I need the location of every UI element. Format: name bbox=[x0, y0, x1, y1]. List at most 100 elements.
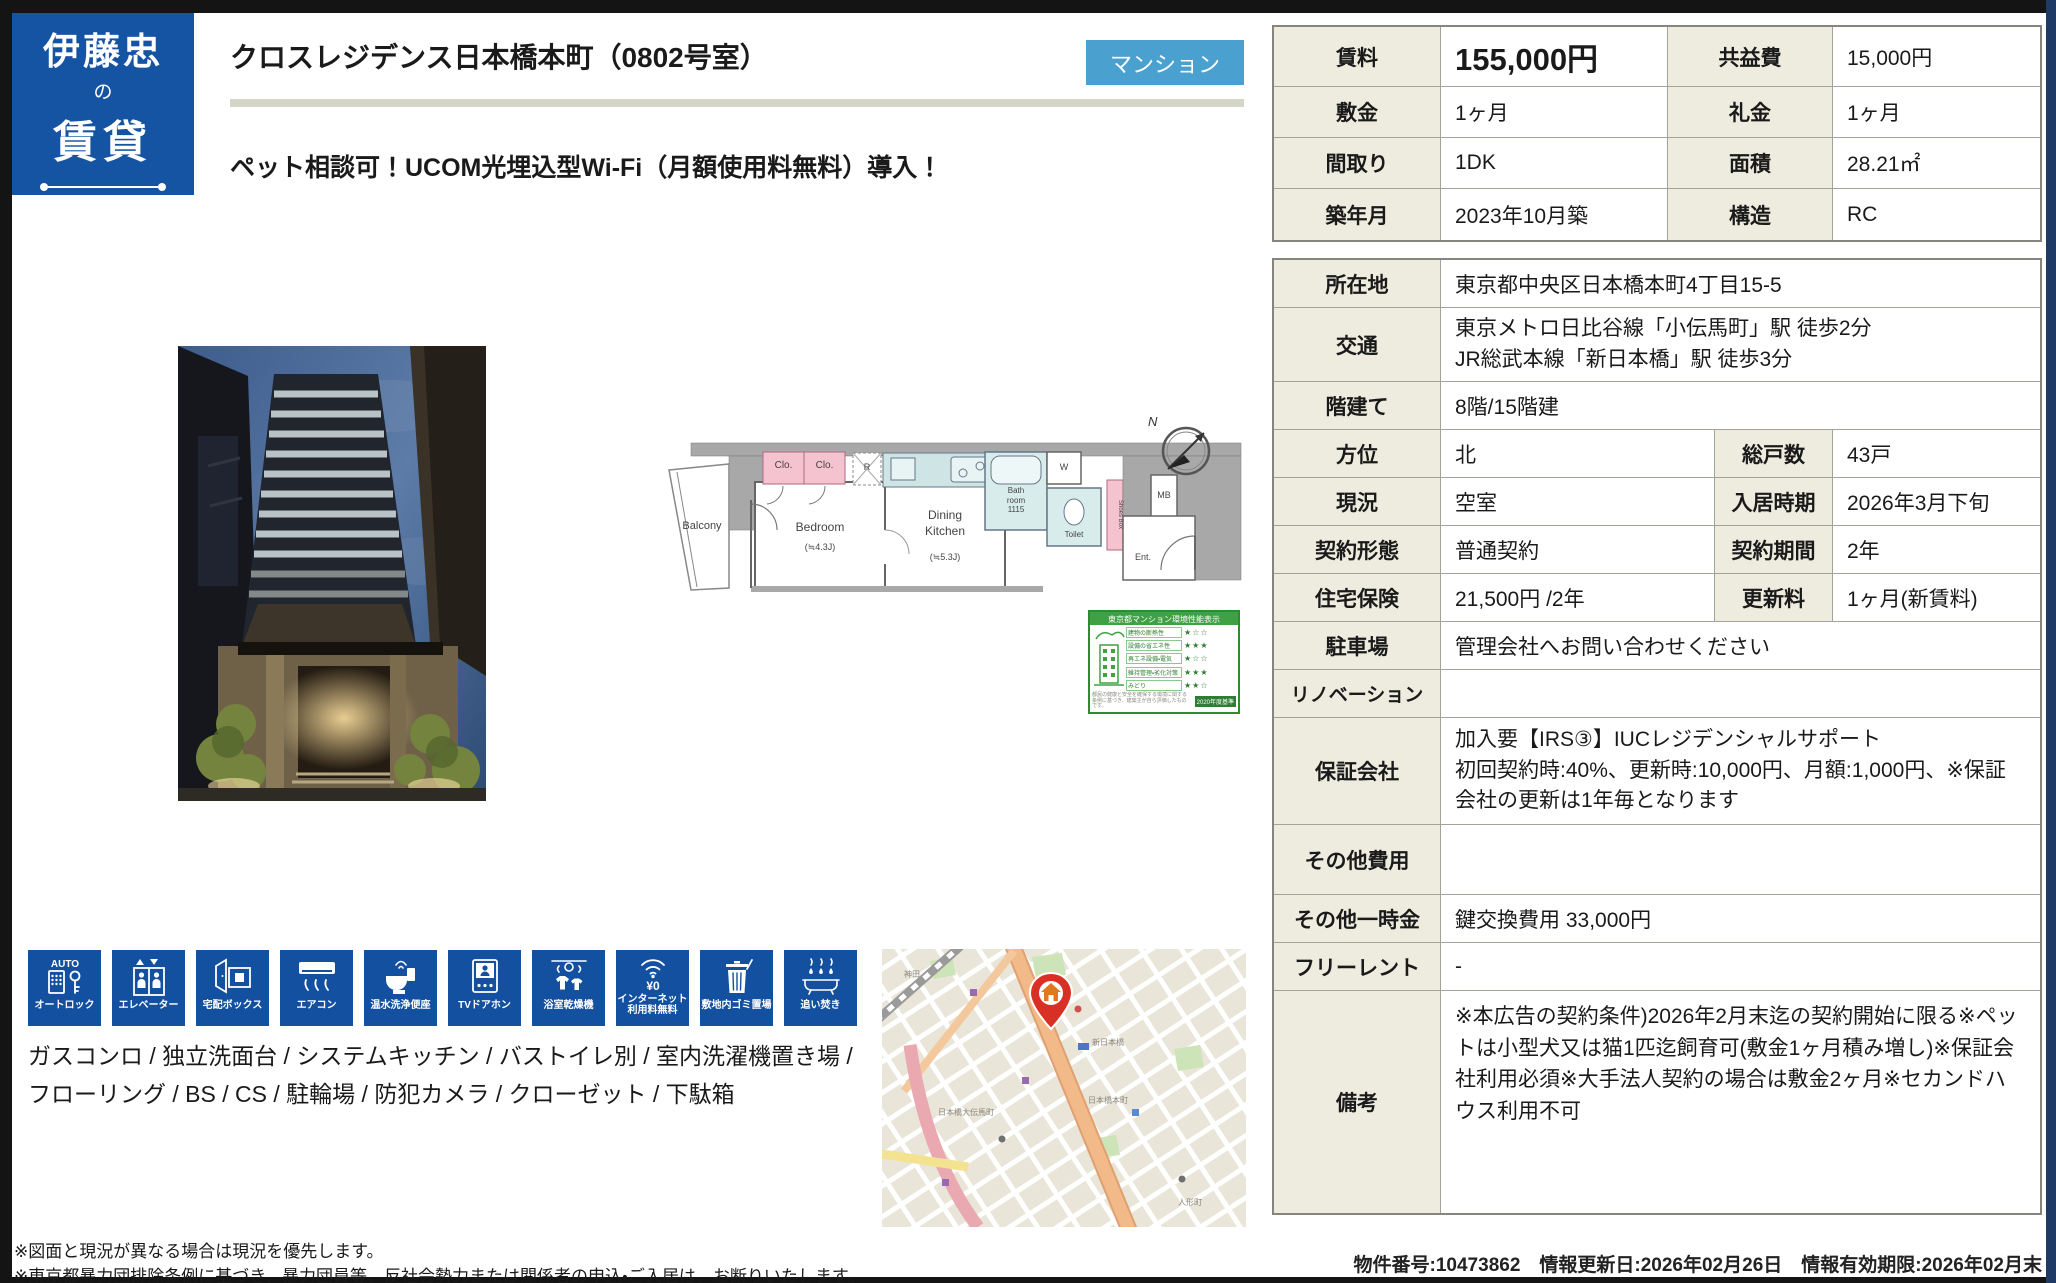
page-title: クロスレジデンス日本橋本町（0802号室） bbox=[230, 36, 1080, 76]
summary-value: 1ヶ月 bbox=[1833, 87, 2040, 137]
detail-value: 加入要【IRS③】IUCレジデンシャルサポート 初回契約時:40%、更新時:10… bbox=[1441, 718, 2040, 824]
floorplan-dk-size: (≒5.3J) bbox=[885, 552, 1005, 563]
footnote-line: ※図面と現況が異なる場合は現況を優先します。 bbox=[14, 1240, 864, 1265]
detail-table: 所在地 東京都中央区日本橋本町4丁目15-5 交通 東京メトロ日比谷線「小伝馬町… bbox=[1272, 258, 2042, 1215]
detail-value bbox=[1441, 670, 2040, 717]
detail-value: 空室 bbox=[1441, 478, 1715, 525]
detail-value: 北 bbox=[1441, 430, 1715, 477]
detail-label: 所在地 bbox=[1274, 260, 1441, 307]
summary-label: 賃料 bbox=[1274, 27, 1441, 86]
summary-value: 2023年10月築 bbox=[1441, 189, 1668, 240]
elevator-icon bbox=[126, 955, 172, 999]
floorplan-toilet-label: Toilet bbox=[1047, 530, 1101, 539]
detail-value: 1ヶ月(新賃料) bbox=[1833, 574, 2040, 621]
detail-value: 2年 bbox=[1833, 526, 2040, 573]
feature-label: エレベーター bbox=[119, 1000, 179, 1011]
frame-right bbox=[2046, 0, 2056, 1283]
detail-label: 方位 bbox=[1274, 430, 1441, 477]
floorplan-bedroom-size: (≒4.3J) bbox=[757, 542, 883, 553]
footnotes: ※図面と現況が異なる場合は現況を優先します。 ※東京都暴力団排除条例に基づき、暴… bbox=[14, 1240, 864, 1283]
location-map: 神田 新日本橋 日本橋本町 日本橋大伝馬町 人形町 bbox=[882, 949, 1246, 1227]
feature-label: TVドアホン bbox=[458, 1000, 511, 1011]
map-illustration bbox=[882, 949, 1246, 1227]
floorplan-washer-label: W bbox=[1051, 462, 1077, 472]
detail-value: - bbox=[1441, 943, 2040, 990]
feature-label: 敷地内ゴミ置場 bbox=[702, 1000, 772, 1011]
certificate-row: 建物の断熱性★☆☆ bbox=[1126, 627, 1236, 638]
detail-value: 東京都中央区日本橋本町4丁目15-5 bbox=[1441, 260, 2040, 307]
feature-internet-free: ¥0 インターネット 利用料無料 bbox=[616, 950, 689, 1026]
certificate-row: 再エネ設備・電気★☆☆ bbox=[1126, 653, 1236, 664]
detail-label: 交通 bbox=[1274, 308, 1441, 381]
detail-value: ※本広告の契約条件)2026年2月末迄の契約開始に限る※ペットは小型犬又は猫1匹… bbox=[1441, 991, 2040, 1213]
summary-label: 面積 bbox=[1668, 138, 1833, 188]
frame-left bbox=[0, 0, 12, 1283]
detail-value: 8階/15階建 bbox=[1441, 382, 2040, 429]
floorplan-closet1-label: Clo. bbox=[763, 460, 804, 471]
certificate-building-icon bbox=[1092, 627, 1126, 691]
catch-copy: ペット相談可！UCOM光埋込型Wi-Fi（月額使用料無料）導入！ bbox=[230, 148, 1230, 184]
summary-table: 賃料 155,000円 共益費 15,000円 敷金 1ヶ月 礼金 1ヶ月 間取… bbox=[1272, 25, 2042, 242]
building-photo-illustration bbox=[178, 346, 486, 801]
detail-label: 入居時期 bbox=[1715, 478, 1833, 525]
detail-label: その他費用 bbox=[1274, 825, 1441, 894]
summary-label: 構造 bbox=[1668, 189, 1833, 240]
tv-doorphone-icon bbox=[462, 955, 508, 999]
detail-label: 契約期間 bbox=[1715, 526, 1833, 573]
feature-label: オートロック bbox=[35, 1000, 95, 1011]
compass-icon: N bbox=[1150, 418, 1214, 480]
floorplan-balcony-label: Balcony bbox=[671, 520, 733, 532]
detail-label: 更新料 bbox=[1715, 574, 1833, 621]
summary-value: 1ヶ月 bbox=[1441, 87, 1668, 137]
detail-value bbox=[1441, 825, 2040, 894]
summary-label: 礼金 bbox=[1668, 87, 1833, 137]
certificate-row: 設備の省エネ性★★★ bbox=[1126, 640, 1236, 651]
feature-elevator: エレベーター bbox=[112, 950, 185, 1026]
delivery-box-icon bbox=[210, 955, 256, 999]
detail-value: 21,500円 /2年 bbox=[1441, 574, 1715, 621]
detail-label: 現況 bbox=[1274, 478, 1441, 525]
garbage-area-icon bbox=[714, 955, 760, 999]
map-place-label: 神田 bbox=[904, 969, 920, 980]
feature-label: エアコン bbox=[297, 1000, 337, 1011]
property-flyer-page: 伊藤忠 の 賃貸 クロスレジデンス日本橋本町（0802号室） マンション ペット… bbox=[0, 0, 2056, 1283]
rent-value: 155,000円 bbox=[1441, 27, 1668, 86]
building-photo bbox=[178, 346, 486, 801]
summary-label: 築年月 bbox=[1274, 189, 1441, 240]
reheating-bath-icon bbox=[798, 955, 844, 999]
detail-label: 駐車場 bbox=[1274, 622, 1441, 669]
detail-value: 43戸 bbox=[1833, 430, 2040, 477]
feature-tv-doorphone: TVドアホン bbox=[448, 950, 521, 1026]
feature-list: ガスコンロ / 独立洗面台 / システムキッチン / バストイレ別 / 室内洗濯… bbox=[28, 1038, 873, 1114]
floorplan-shoesbox-label: Shoes Box bbox=[1107, 484, 1123, 546]
summary-label: 間取り bbox=[1274, 138, 1441, 188]
compass-n-label: N bbox=[1148, 414, 1157, 429]
floorplan-bath-label: Bath room 1115 bbox=[985, 486, 1047, 515]
internet-free-icon: ¥0 bbox=[630, 955, 676, 993]
feature-label: 浴室乾燥機 bbox=[544, 1000, 594, 1011]
feature-bath-dryer: 浴室乾燥機 bbox=[532, 950, 605, 1026]
aircon-icon bbox=[294, 955, 340, 999]
floorplan-entrance-label: Ent. bbox=[1121, 552, 1165, 562]
footer-meta: 物件番号:10473862 情報更新日:2026年02月26日 情報有効期限:2… bbox=[1100, 1250, 2042, 1277]
brand-name-bottom: 賃貸 bbox=[53, 106, 153, 170]
bath-dryer-icon bbox=[546, 955, 592, 999]
detail-value: 鍵交換費用 33,000円 bbox=[1441, 895, 2040, 942]
brand-name-mid: の bbox=[93, 77, 112, 104]
svg-text:AUTO: AUTO bbox=[50, 959, 78, 970]
footnote-line: ※東京都暴力団排除条例に基づき、暴力団員等、反社会勢力または関係者の申込・ご入居… bbox=[14, 1265, 864, 1283]
map-place-label: 新日本橋 bbox=[1092, 1037, 1124, 1048]
summary-value: 15,000円 bbox=[1833, 27, 2040, 86]
environment-certificate: 東京都マンション環境性能表示 建物の断熱性★☆☆ 設備の省エネ性★★★ 再エネ設… bbox=[1088, 610, 1240, 714]
detail-label: リノベーション bbox=[1274, 670, 1441, 717]
detail-label: フリーレント bbox=[1274, 943, 1441, 990]
floorplan-closet2-label: Clo. bbox=[804, 460, 845, 471]
feature-reheating-bath: 追い焚き bbox=[784, 950, 857, 1026]
detail-label: 住宅保険 bbox=[1274, 574, 1441, 621]
feature-label: 温水洗浄便座 bbox=[371, 1000, 431, 1011]
brand-name-top: 伊藤忠 bbox=[43, 21, 163, 75]
title-divider bbox=[230, 99, 1244, 107]
summary-label: 敷金 bbox=[1274, 87, 1441, 137]
detail-value: 2026年3月下旬 bbox=[1833, 478, 2040, 525]
detail-label: その他一時金 bbox=[1274, 895, 1441, 942]
